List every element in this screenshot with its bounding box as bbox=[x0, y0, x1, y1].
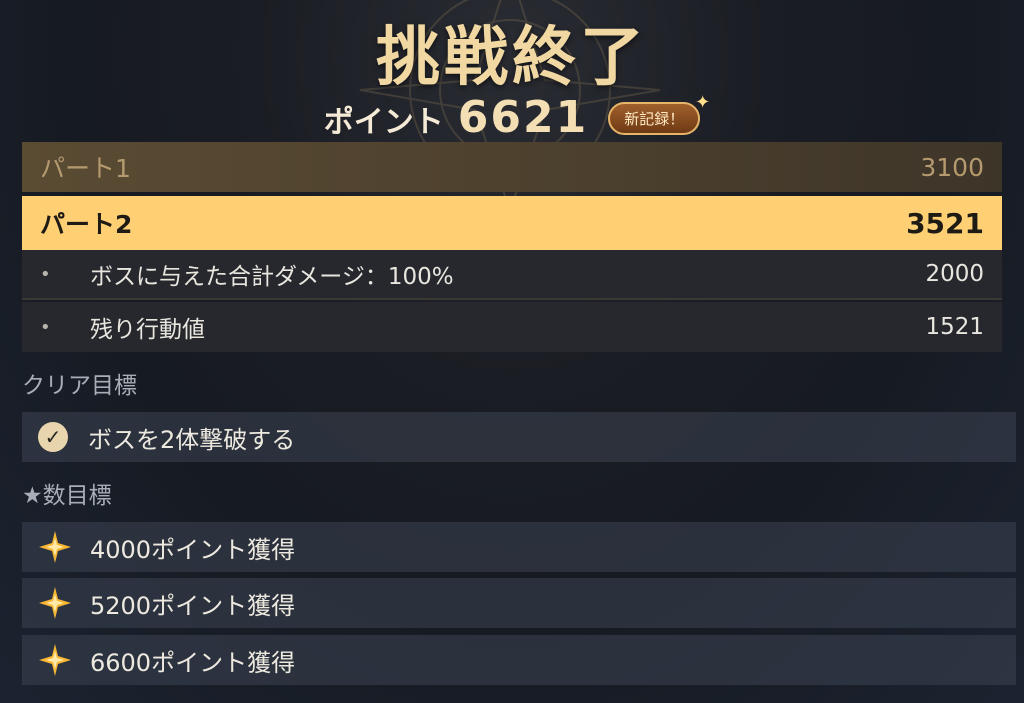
bullet-icon: • bbox=[40, 263, 51, 285]
star-goal-item: 5200ポイント獲得 bbox=[22, 578, 1016, 628]
breakdown-label: 残り行動値 bbox=[90, 317, 205, 343]
new-record-label: 新記録！ bbox=[624, 110, 685, 128]
new-record-badge: 新記録！ ✦ bbox=[608, 92, 710, 135]
breakdown-label: ボスに与えた合計ダメージ：100% bbox=[90, 264, 454, 290]
star-icon bbox=[39, 644, 71, 676]
part-1-label: パート1 bbox=[40, 154, 131, 183]
check-icon: ✓ bbox=[38, 422, 68, 452]
breakdown-row-action: • 残り行動値 1521 bbox=[22, 302, 1002, 352]
star-goal-label: 5200ポイント獲得 bbox=[90, 591, 296, 620]
star-icon bbox=[39, 587, 71, 619]
star-goal-label: 6600ポイント獲得 bbox=[90, 648, 296, 677]
part-2-label: パート2 bbox=[40, 210, 133, 239]
sparkle-icon: ✦ bbox=[695, 92, 711, 113]
breakdown-value: 1521 bbox=[925, 314, 984, 340]
clear-goal-label: ボスを2体撃破する bbox=[88, 425, 296, 454]
star-icon bbox=[39, 531, 71, 563]
part-2-row: パート2 3521 bbox=[22, 196, 1002, 250]
star-goals-heading: ★数目標 bbox=[22, 483, 112, 509]
breakdown-value: 2000 bbox=[925, 261, 984, 287]
bullet-icon: • bbox=[40, 316, 51, 338]
star-goal-label: 4000ポイント獲得 bbox=[90, 535, 296, 564]
score-value: 6621 bbox=[457, 92, 589, 143]
star-goal-item: 6600ポイント獲得 bbox=[22, 635, 1016, 685]
part-2-value: 3521 bbox=[906, 206, 984, 240]
clear-goals-heading: クリア目標 bbox=[22, 373, 137, 399]
score-line: ポイント 6621 新記録！ ✦ bbox=[0, 92, 1024, 143]
breakdown-row-damage: • ボスに与えた合計ダメージ：100% 2000 bbox=[22, 250, 1002, 300]
score-label: ポイント bbox=[323, 105, 444, 140]
clear-goal-item: ✓ ボスを2体撃破する bbox=[22, 412, 1016, 462]
result-title: 挑戦終了 bbox=[376, 21, 648, 95]
part-1-value: 3100 bbox=[920, 152, 984, 182]
part-1-row: パート1 3100 bbox=[22, 142, 1002, 192]
star-goal-item: 4000ポイント獲得 bbox=[22, 522, 1016, 572]
